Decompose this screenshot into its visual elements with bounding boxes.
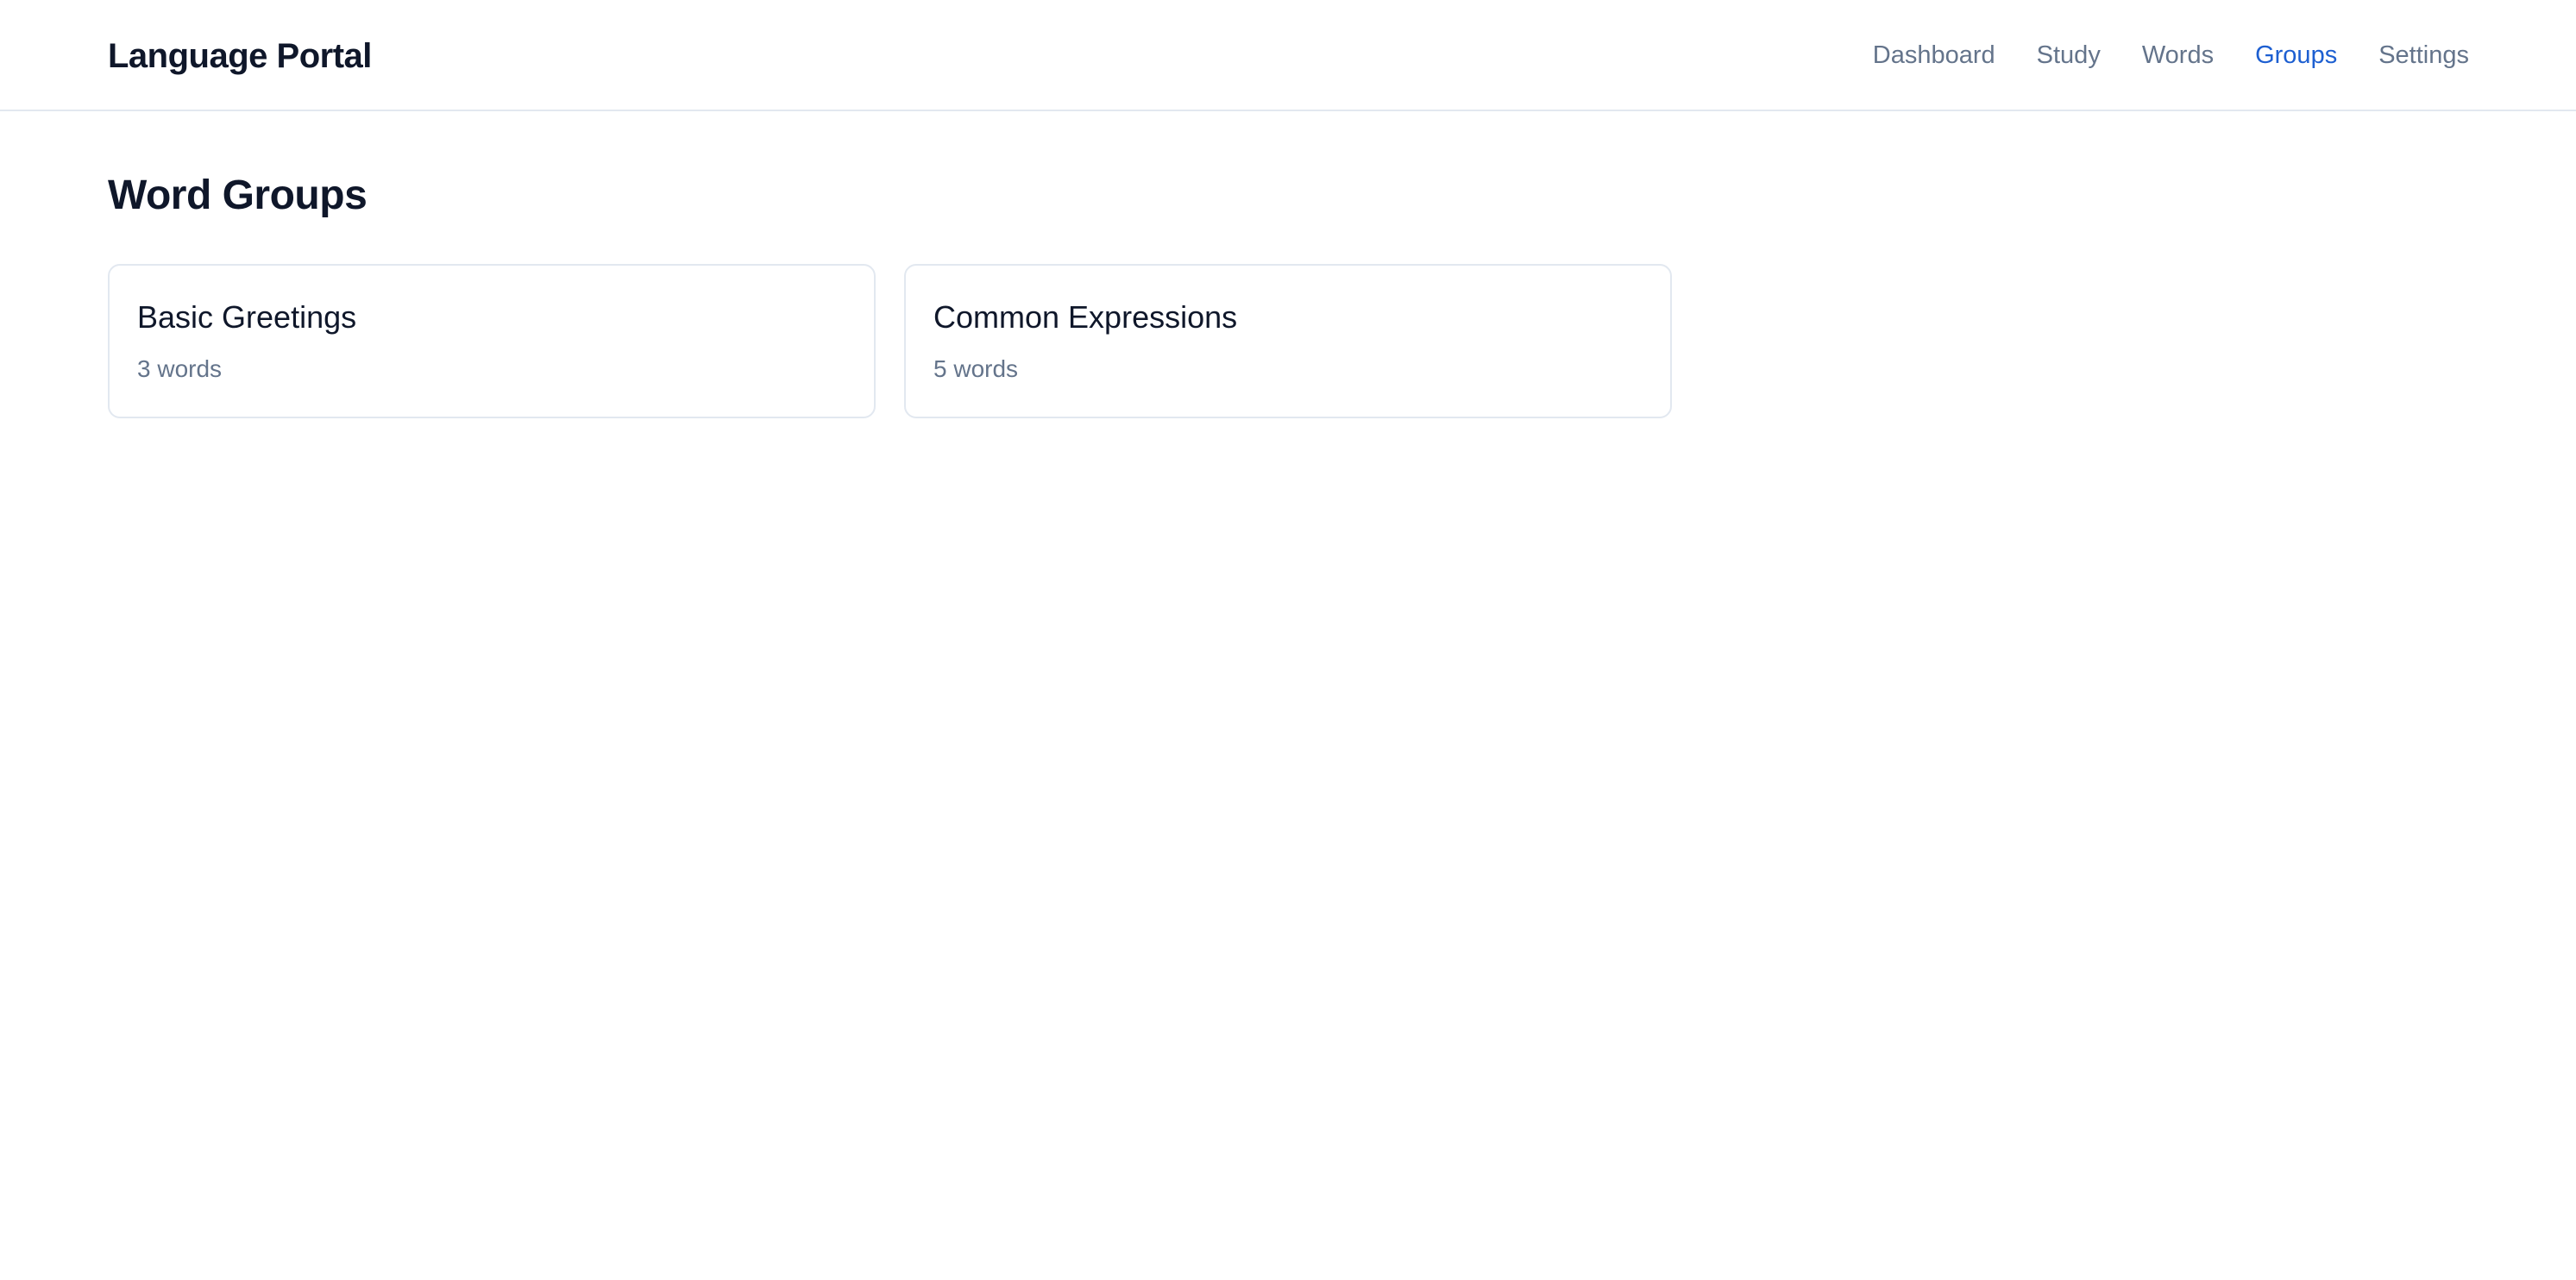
group-word-count: 5 words: [933, 355, 1019, 382]
page-title: Word Groups: [108, 173, 368, 218]
main-nav: Dashboard Study Words Groups Settings: [1873, 38, 2469, 72]
groups-grid: Basic Greetings 3 words Common Expressio…: [108, 264, 1672, 418]
nav-link-settings[interactable]: Settings: [2378, 38, 2469, 72]
app-logo-title[interactable]: Language Portal: [108, 33, 372, 79]
group-name: Basic Greetings: [137, 299, 357, 335]
nav-link-words[interactable]: Words: [2142, 38, 2214, 72]
group-name: Common Expressions: [933, 299, 1238, 335]
group-card-common-expressions[interactable]: Common Expressions 5 words: [904, 264, 1672, 418]
nav-link-groups[interactable]: Groups: [2255, 38, 2337, 72]
nav-link-dashboard[interactable]: Dashboard: [1873, 38, 1995, 72]
nav-link-study[interactable]: Study: [2037, 38, 2101, 72]
group-word-count: 3 words: [137, 355, 223, 382]
top-navbar: Language Portal Dashboard Study Words Gr…: [0, 0, 2576, 111]
group-card-basic-greetings[interactable]: Basic Greetings 3 words: [108, 264, 876, 418]
